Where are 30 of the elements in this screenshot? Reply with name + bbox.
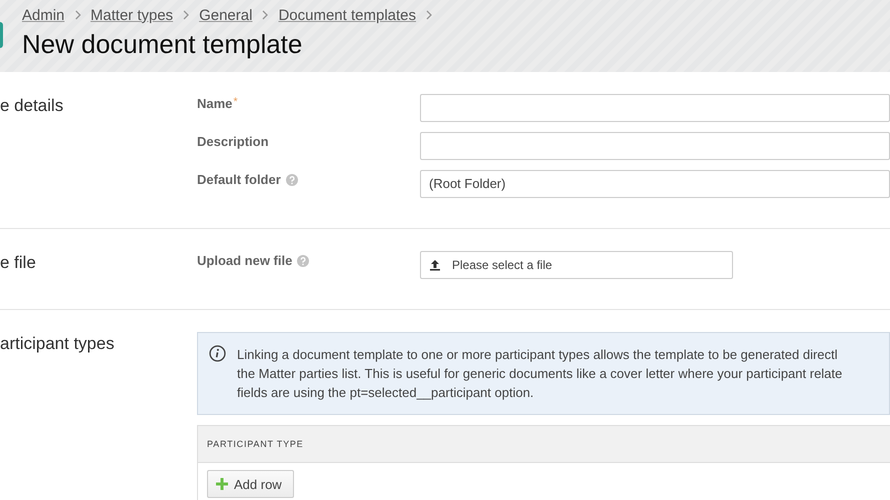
field-label: Default folder bbox=[197, 172, 281, 187]
field-label: Upload new file bbox=[197, 253, 292, 268]
chevron-icon bbox=[74, 10, 82, 20]
sidebar-edge bbox=[0, 22, 3, 48]
section-heading: e file bbox=[0, 252, 37, 274]
file-upload-field[interactable]: Please select a file bbox=[420, 251, 733, 279]
upload-icon bbox=[429, 259, 441, 271]
help-icon[interactable] bbox=[286, 174, 298, 186]
breadcrumb-link[interactable]: General bbox=[199, 6, 252, 24]
chevron-icon bbox=[182, 10, 190, 20]
section-heading: articipant types bbox=[0, 333, 116, 355]
section-heading: e details bbox=[0, 95, 64, 117]
folder-select[interactable]: (Root Folder) bbox=[420, 170, 890, 198]
input-field[interactable] bbox=[420, 132, 890, 160]
column-header: PARTICIPANT TYPE bbox=[207, 439, 304, 449]
page-title: New document template bbox=[22, 29, 304, 60]
input-field[interactable] bbox=[420, 94, 890, 122]
chevron-icon bbox=[425, 10, 434, 20]
breadcrumb-link[interactable]: Admin bbox=[22, 6, 65, 24]
required-mark: * bbox=[233, 96, 238, 108]
info-icon bbox=[209, 345, 226, 362]
breadcrumb-link[interactable]: Matter types bbox=[90, 6, 174, 24]
breadcrumb-link[interactable]: Document templates bbox=[278, 6, 416, 24]
info-text: Linking a document template to one or more participant types allows the template to be generated directl the Matter parties list. This is useful for generic documents like a cover letter where your participant relate fields are using the pt=selected__participant option. bbox=[237, 346, 842, 402]
add-row-button[interactable]: Add row bbox=[207, 470, 294, 498]
field-label: Description bbox=[197, 134, 269, 149]
help-icon[interactable] bbox=[297, 254, 310, 266]
chevron-icon bbox=[261, 10, 270, 20]
field-label: Name bbox=[197, 96, 232, 111]
plus-icon bbox=[216, 478, 228, 490]
